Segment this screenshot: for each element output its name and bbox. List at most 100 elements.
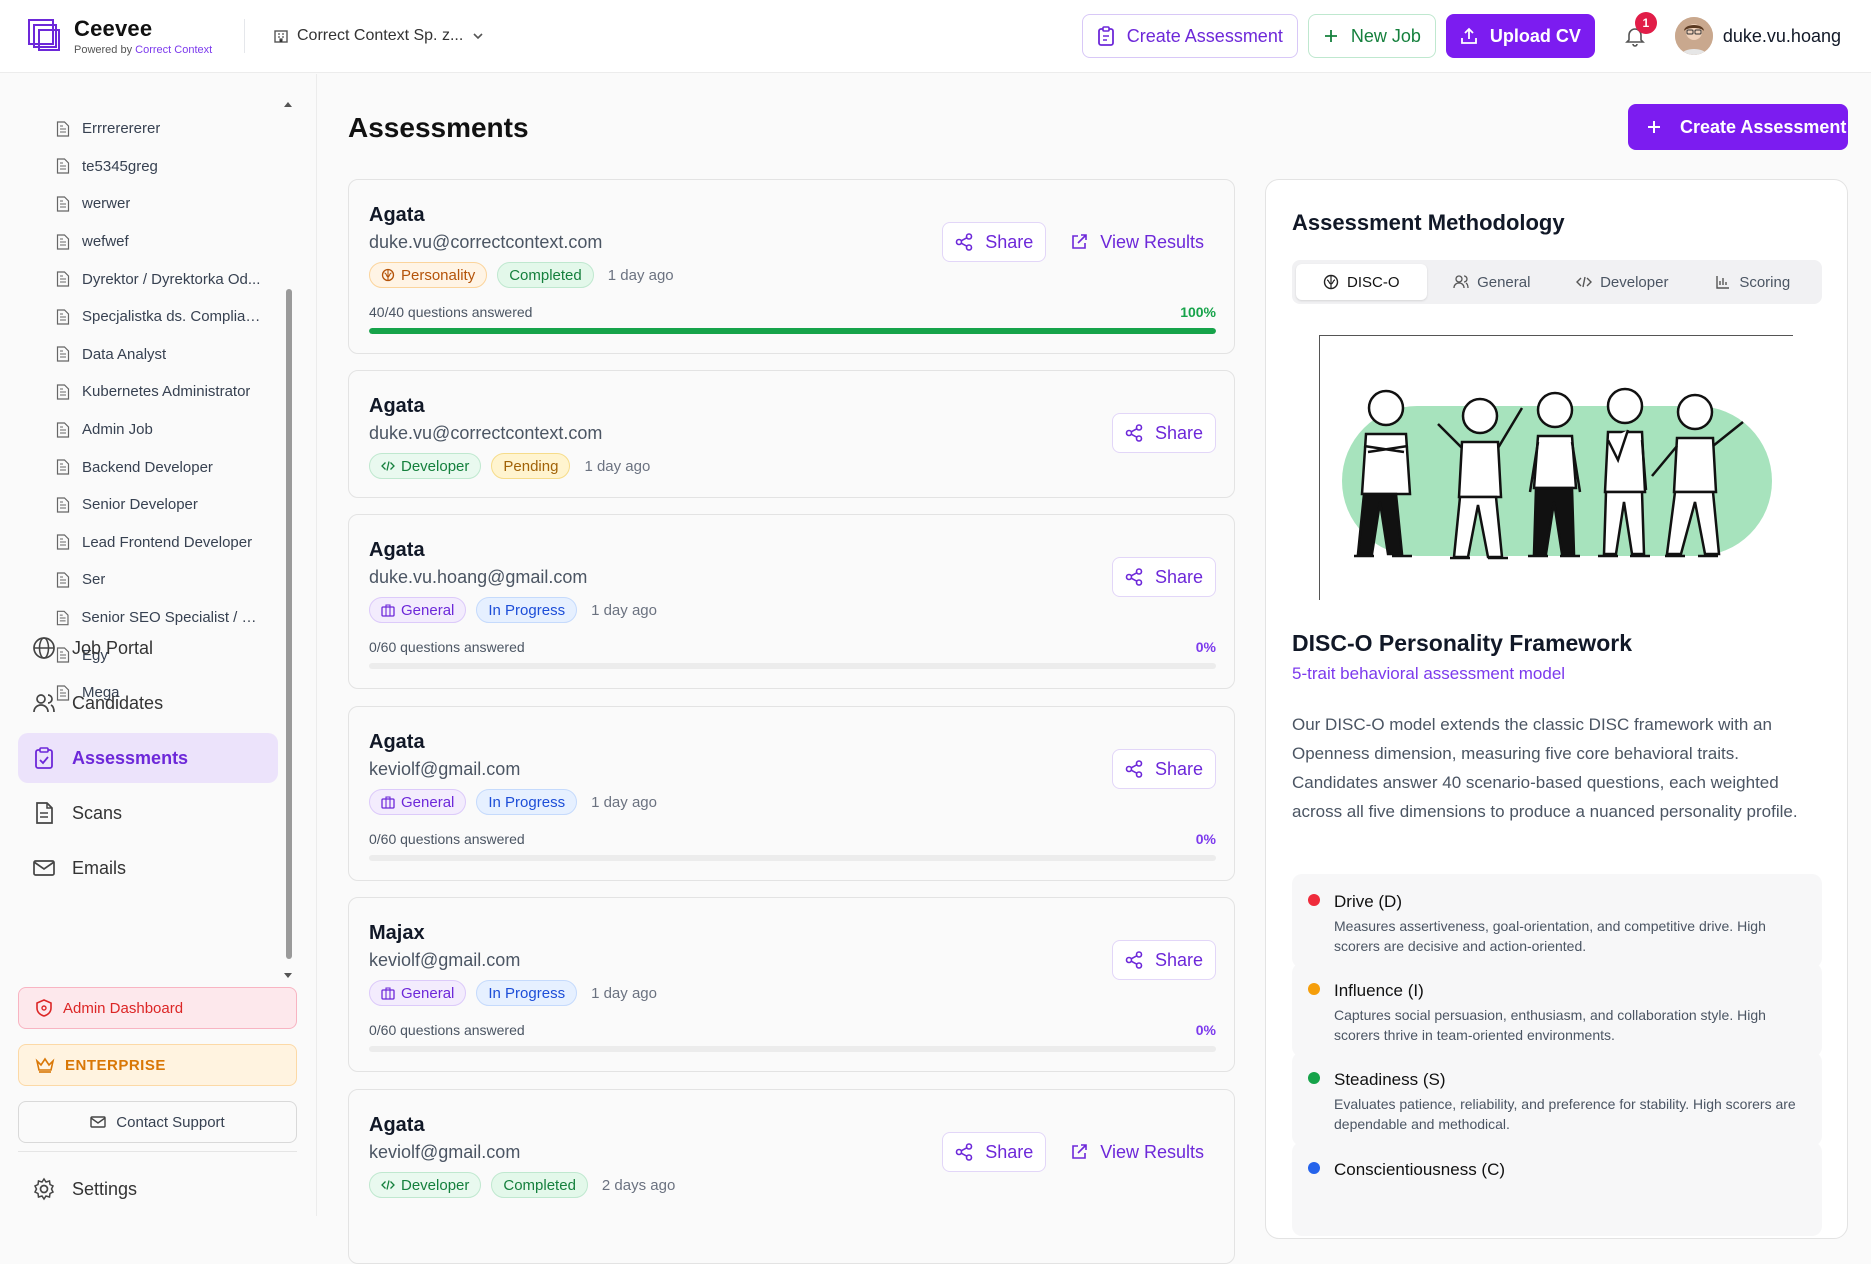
assessment-card[interactable]: Majax keviolf@gmail.com General In Progress… — [348, 897, 1235, 1072]
tab-scoring[interactable]: Scoring — [1688, 264, 1819, 300]
sidebar-job-item[interactable]: Dyrektor / Dyrektorka Od... — [56, 260, 266, 298]
mail-icon — [90, 1116, 106, 1128]
share-button[interactable]: Share — [942, 222, 1047, 262]
sidebar-job-label: Admin Job — [82, 421, 153, 439]
document-icon — [56, 346, 70, 362]
upload-icon — [1460, 27, 1477, 44]
sidebar-job-item[interactable]: werwer — [56, 185, 266, 223]
nav-scans[interactable]: Scans — [18, 788, 278, 838]
sidebar-job-item[interactable]: Admin Job — [56, 411, 266, 449]
view-results-button[interactable]: View Results — [1058, 222, 1216, 262]
enterprise-label: ENTERPRISE — [65, 1056, 166, 1074]
sidebar-job-item[interactable]: Specjalistka ds. Complian... — [56, 298, 266, 336]
progress-bar — [369, 663, 1216, 669]
new-job-label: New Job — [1350, 25, 1421, 46]
assessment-type-badge: Personality — [369, 262, 488, 288]
tab-general-label: General — [1477, 273, 1531, 291]
progress-bar — [369, 328, 1216, 334]
new-job-button[interactable]: New Job — [1307, 14, 1436, 58]
sidebar-job-label: te5345greg — [82, 157, 158, 175]
assessment-card[interactable]: Agata keviolf@gmail.com Developer Completed… — [348, 1089, 1235, 1264]
status-badge: In Progress — [476, 597, 578, 623]
tab-disc-o[interactable]: DISC-O — [1296, 264, 1427, 300]
create-assessment-button[interactable]: Create Assessment — [1628, 104, 1848, 150]
nav-job-portal[interactable]: Job Portal — [18, 623, 278, 673]
nav-candidates[interactable]: Candidates — [18, 678, 278, 728]
company-selector[interactable]: Correct Context Sp. z... — [273, 27, 485, 45]
ceevee-logo-icon — [28, 19, 60, 51]
header-divider — [244, 19, 245, 53]
sidebar-scroll-thumb[interactable] — [286, 289, 292, 959]
notifications-button[interactable]: 1 — [1613, 12, 1657, 58]
trait-card: Influence (I) Captures social persuasion,… — [1292, 963, 1822, 1057]
share-button[interactable]: Share — [1111, 940, 1216, 980]
notification-count-badge: 1 — [1634, 12, 1657, 34]
contact-support-button[interactable]: Contact Support — [18, 1101, 297, 1143]
assessment-card[interactable]: Agata duke.vu@correctcontext.com Personali… — [348, 179, 1235, 354]
sidebar-job-item[interactable]: Ser — [56, 561, 266, 599]
document-icon — [56, 497, 70, 513]
company-name: Correct Context Sp. z... — [297, 27, 464, 44]
briefcase-icon — [381, 987, 395, 1000]
trait-name: Conscientiousness (C) — [1334, 1160, 1506, 1179]
sidebar-job-label: Data Analyst — [82, 345, 167, 363]
sidebar-job-item[interactable]: Kubernetes Administrator — [56, 373, 266, 411]
assessment-type-badge: General — [369, 789, 467, 815]
trait-color-dot — [1308, 894, 1320, 906]
sidebar-job-item[interactable]: Lead Frontend Developer — [56, 524, 266, 562]
view-results-button[interactable]: View Results — [1058, 1132, 1216, 1172]
progress-row: 0/60 questions answered 0% — [369, 1022, 1216, 1038]
share-icon — [1125, 568, 1143, 586]
enterprise-badge: ENTERPRISE — [18, 1044, 297, 1086]
scroll-up-arrow-icon[interactable] — [283, 100, 293, 108]
status-badge: In Progress — [476, 980, 578, 1006]
share-button[interactable]: Share — [942, 1132, 1047, 1172]
sidebar-job-label: Kubernetes Administrator — [82, 383, 251, 401]
framework-description: Our DISC-O model extends the classic DIS… — [1292, 715, 1798, 821]
assessment-card[interactable]: Agata keviolf@gmail.com General In Progress… — [348, 706, 1235, 881]
share-button[interactable]: Share — [1111, 557, 1216, 597]
external-link-icon — [1072, 1144, 1088, 1159]
header-create-assessment-label: Create Assessment — [1126, 25, 1283, 46]
tab-developer[interactable]: Developer — [1557, 264, 1688, 300]
scroll-down-arrow-icon[interactable] — [283, 972, 293, 980]
sidebar-job-item[interactable]: Senior Developer — [56, 486, 266, 524]
document-icon — [56, 271, 70, 287]
share-icon — [1125, 760, 1143, 778]
document-icon — [56, 196, 70, 212]
upload-cv-button[interactable]: Upload CV — [1445, 14, 1595, 58]
share-icon — [955, 233, 973, 251]
methodology-tabs: DISC-O General Developer Scoring — [1292, 260, 1822, 304]
sidebar-job-label: Dyrektor / Dyrektorka Od... — [82, 270, 261, 288]
time-ago: 1 day ago — [591, 601, 657, 619]
document-icon — [56, 233, 70, 250]
questions-answered: 0/60 questions answered — [369, 639, 525, 655]
sidebar-job-item[interactable]: te5345greg — [56, 148, 266, 186]
assessment-type-badge: General — [369, 597, 467, 623]
job-list: Errrerererer te5345greg werwer wefwef Dyrekt… — [56, 110, 266, 712]
brain-icon — [1323, 274, 1339, 290]
share-button[interactable]: Share — [1111, 413, 1216, 453]
tab-general[interactable]: General — [1427, 264, 1558, 300]
brand[interactable]: Ceevee Powered by Correct Context — [28, 16, 238, 56]
nav-assessments[interactable]: Assessments — [18, 733, 278, 783]
assessment-card[interactable]: Agata duke.vu@correctcontext.com Developer… — [348, 370, 1235, 498]
nav-emails[interactable]: Emails — [18, 843, 278, 893]
admin-dashboard-button[interactable]: Admin Dashboard — [18, 987, 297, 1029]
mail-icon — [33, 860, 55, 876]
document-icon — [56, 384, 70, 400]
assessment-card[interactable]: Agata duke.vu.hoang@gmail.com General In Pr… — [348, 514, 1235, 689]
brand-name: Ceevee — [74, 16, 153, 41]
sidebar-job-item[interactable]: Backend Developer — [56, 448, 266, 486]
share-button[interactable]: Share — [1111, 749, 1216, 789]
sidebar-job-item[interactable]: Errrerererer — [56, 110, 266, 148]
sidebar-job-item[interactable]: wefwef — [56, 223, 266, 261]
nav-settings[interactable]: Settings — [18, 1164, 278, 1214]
questions-answered: 0/60 questions answered — [369, 1022, 525, 1038]
trait-name: Drive (D) — [1334, 892, 1402, 911]
gear-icon — [33, 1177, 55, 1201]
sidebar-job-item[interactable]: Data Analyst — [56, 336, 266, 374]
user-menu[interactable]: duke.vu.hoang — [1674, 17, 1841, 55]
candidate-name: Agata — [369, 395, 425, 417]
header-create-assessment-button[interactable]: Create Assessment — [1081, 14, 1298, 58]
